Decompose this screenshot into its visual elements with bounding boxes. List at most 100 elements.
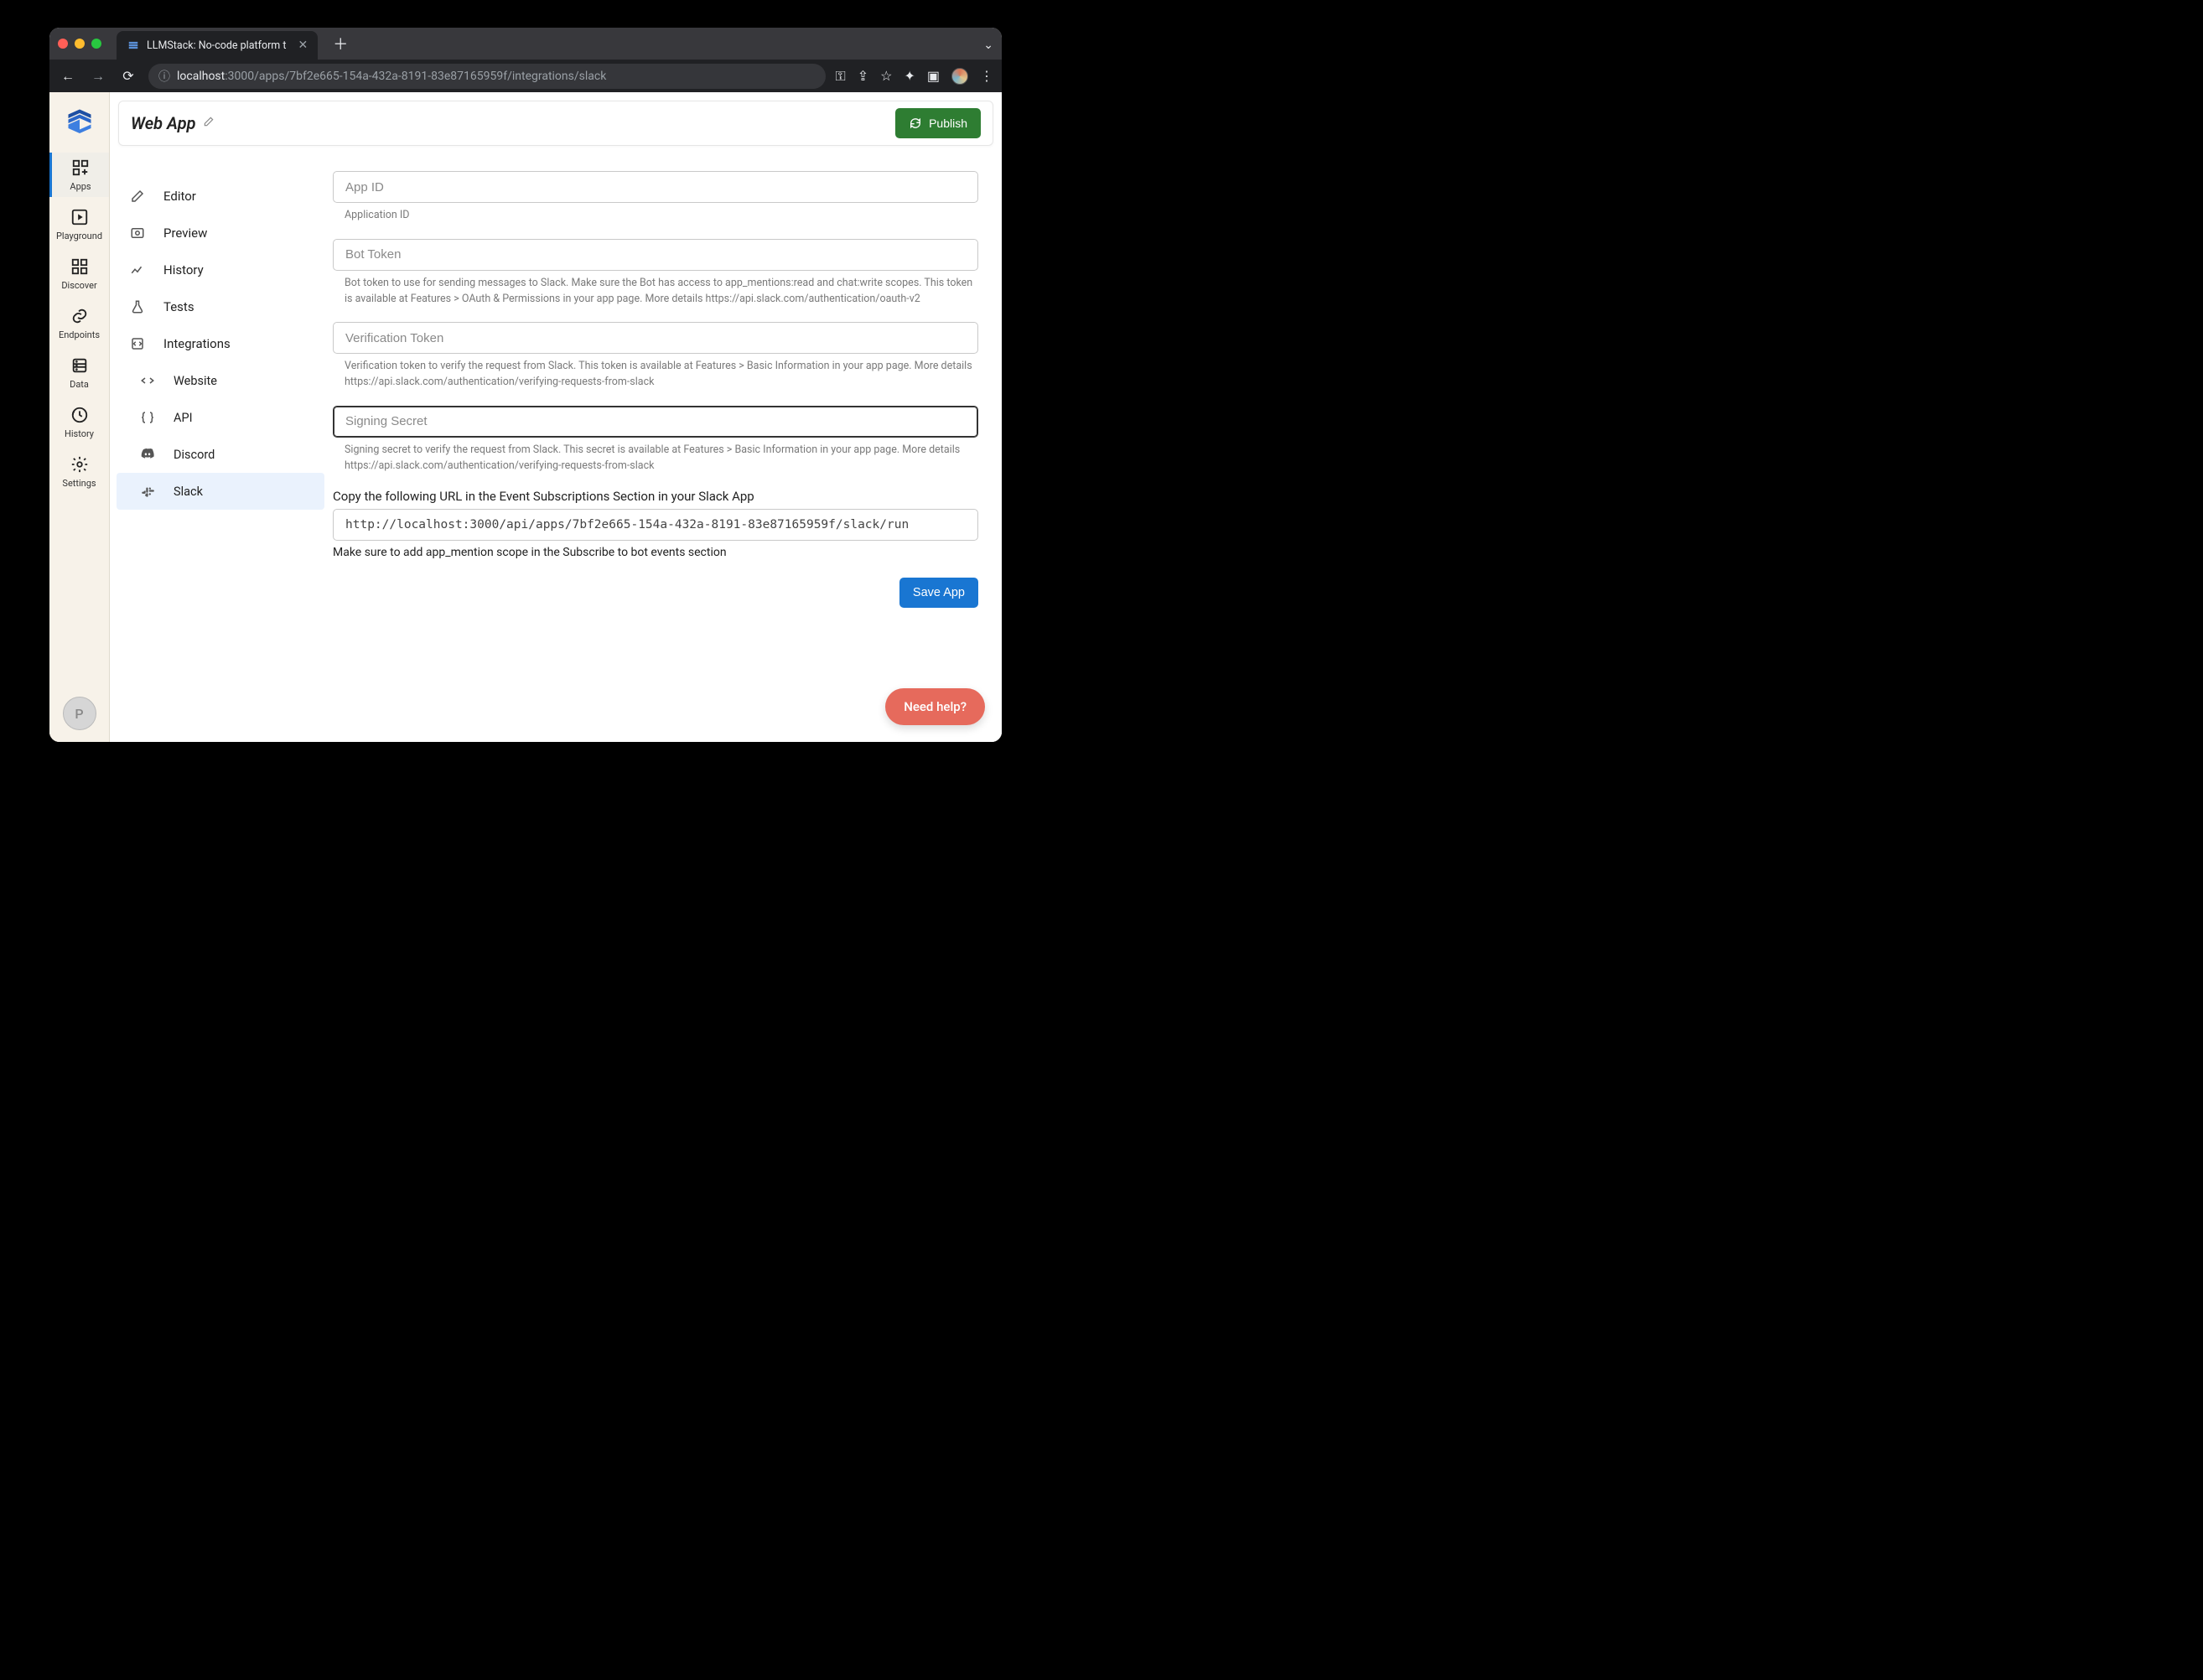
titlebar-right: ⌄ (983, 36, 993, 52)
window-close-button[interactable] (58, 39, 68, 49)
nav-website[interactable]: Website (117, 362, 324, 399)
profile-badge[interactable]: P (63, 697, 96, 730)
editor-nav: Editor Preview History (110, 146, 324, 742)
app-logo-icon[interactable] (63, 104, 96, 137)
window-minimize-button[interactable] (75, 39, 85, 49)
app-body: Apps Playground Discover Endpoints (49, 92, 1002, 742)
pencil-icon (128, 189, 147, 204)
publish-button[interactable]: Publish (895, 108, 981, 138)
nav-label: Preview (163, 226, 207, 241)
slack-integration-form: Application ID Bot token to use for send… (324, 146, 987, 742)
rail-data[interactable]: Data (49, 350, 109, 395)
database-icon (70, 355, 90, 376)
browser-window: LLMStack: No-code platform t ✕ ＋ ⌄ ← → ⟳… (49, 28, 1002, 742)
profile-initial: P (75, 706, 83, 722)
app-id-helper: Application ID (333, 203, 978, 231)
nav-label: Discord (174, 448, 215, 462)
rail-endpoints[interactable]: Endpoints (49, 301, 109, 345)
nav-api[interactable]: API (117, 399, 324, 436)
nav-tests[interactable]: Tests (117, 288, 324, 325)
nav-label: Slack (174, 485, 203, 499)
bot-token-helper: Bot token to use for sending messages to… (333, 271, 978, 314)
nav-integrations[interactable]: Integrations (117, 325, 324, 362)
rail-history[interactable]: History (49, 400, 109, 444)
preview-icon (128, 226, 147, 241)
page-header: Web App Publish (118, 101, 993, 146)
browser-tab[interactable]: LLMStack: No-code platform t ✕ (117, 31, 318, 60)
apps-grid-icon (70, 158, 91, 178)
site-info-icon[interactable]: ⓘ (158, 68, 170, 85)
verification-token-helper: Verification token to verify the request… (333, 354, 978, 397)
integrations-icon (128, 336, 147, 351)
nav-label: Editor (163, 189, 196, 204)
window-maximize-button[interactable] (91, 39, 101, 49)
field-verification-token: Verification token to verify the request… (333, 322, 978, 397)
new-tab-button[interactable]: ＋ (324, 33, 356, 54)
rail-apps[interactable]: Apps (49, 153, 109, 197)
field-signing-secret: Signing secret to verify the request fro… (333, 406, 978, 481)
discord-icon (138, 446, 157, 463)
nav-label: Integrations (163, 336, 231, 351)
sync-icon (909, 117, 922, 130)
app-id-input[interactable] (333, 171, 978, 203)
rail-discover[interactable]: Discover (49, 251, 109, 296)
url-text: localhost:3000/apps/7bf2e665-154a-432a-8… (177, 70, 606, 83)
rail-label: Playground (56, 231, 102, 241)
play-icon (70, 207, 90, 227)
nav-label: History (163, 262, 204, 277)
event-url-label: Copy the following URL in the Event Subs… (333, 489, 978, 504)
reload-button[interactable]: ⟳ (118, 68, 138, 84)
gear-icon (70, 454, 90, 474)
back-button[interactable]: ← (58, 68, 78, 85)
publish-label: Publish (929, 117, 967, 130)
scope-note: Make sure to add app_mention scope in th… (333, 546, 978, 559)
address-bar[interactable]: ⓘ localhost:3000/apps/7bf2e665-154a-432a… (148, 64, 826, 89)
chart-icon (128, 262, 147, 277)
window-controls (58, 39, 110, 49)
password-key-icon[interactable]: ⚿ (836, 68, 846, 85)
rail-playground[interactable]: Playground (49, 202, 109, 246)
rail-label: Discover (61, 280, 96, 291)
clock-icon (70, 405, 90, 425)
profile-avatar-icon[interactable] (951, 68, 968, 85)
rail-label: Settings (62, 478, 96, 489)
bot-token-input[interactable] (333, 239, 978, 271)
sidepanel-icon[interactable]: ▣ (927, 68, 940, 84)
extensions-puzzle-icon[interactable]: ✦ (904, 68, 915, 84)
nav-history[interactable]: History (117, 251, 324, 288)
browser-toolbar: ← → ⟳ ⓘ localhost:3000/apps/7bf2e665-154… (49, 60, 1002, 92)
save-app-button[interactable]: Save App (899, 578, 978, 608)
tab-title: LLMStack: No-code platform t (147, 39, 286, 52)
left-rail: Apps Playground Discover Endpoints (49, 92, 110, 742)
nav-label: API (174, 411, 193, 425)
verification-token-input[interactable] (333, 322, 978, 354)
titlebar: LLMStack: No-code platform t ✕ ＋ ⌄ (49, 28, 1002, 60)
share-icon[interactable]: ⇪ (858, 68, 868, 84)
nav-preview[interactable]: Preview (117, 215, 324, 251)
slack-icon (138, 484, 157, 499)
toolbar-icons: ⚿ ⇪ ☆ ✦ ▣ ⋮ (836, 68, 993, 85)
content-area: Web App Publish (110, 92, 1002, 742)
browser-menu-icon[interactable]: ⋮ (980, 68, 993, 84)
rail-label: Endpoints (59, 329, 100, 340)
forward-button[interactable]: → (88, 68, 108, 85)
grid-icon (70, 257, 90, 277)
nav-editor[interactable]: Editor (117, 178, 324, 215)
rail-label: Data (70, 379, 89, 390)
signing-secret-input[interactable] (333, 406, 978, 438)
tab-favicon-icon (127, 39, 140, 52)
nav-discord[interactable]: Discord (117, 436, 324, 473)
nav-label: Tests (163, 299, 194, 314)
event-url-box[interactable]: http://localhost:3000/api/apps/7bf2e665-… (333, 509, 978, 541)
braces-icon (138, 410, 157, 425)
nav-slack[interactable]: Slack (117, 473, 324, 510)
tab-close-icon[interactable]: ✕ (298, 39, 308, 52)
field-bot-token: Bot token to use for sending messages to… (333, 239, 978, 314)
bookmark-star-icon[interactable]: ☆ (880, 68, 892, 84)
rail-label: History (65, 428, 94, 439)
tabs-overflow-icon[interactable]: ⌄ (983, 39, 993, 52)
need-help-button[interactable]: Need help? (885, 688, 985, 725)
rail-settings[interactable]: Settings (49, 449, 109, 494)
rail-label: Apps (70, 181, 91, 192)
edit-title-icon[interactable] (203, 116, 215, 131)
